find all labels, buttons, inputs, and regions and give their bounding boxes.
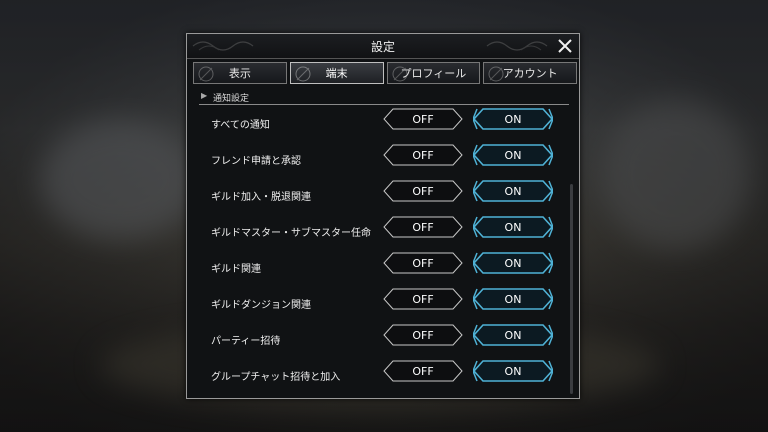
- settings-dialog: 設定 表示 端末 プロフィール アカウント ▶ 通知設定 すべての通知 OFF ON…: [186, 33, 580, 399]
- on-label: ON: [504, 221, 522, 234]
- off-button[interactable]: OFF: [383, 180, 463, 202]
- notification-label: ギルド加入・脱退関連: [211, 192, 311, 203]
- on-button[interactable]: ON: [473, 324, 553, 346]
- off-button[interactable]: OFF: [383, 324, 463, 346]
- tab-bar: 表示 端末 プロフィール アカウント: [193, 62, 577, 86]
- on-button[interactable]: ON: [473, 180, 553, 202]
- tab-ornament-icon: [488, 66, 504, 82]
- off-button[interactable]: OFF: [383, 252, 463, 274]
- off-button[interactable]: OFF: [383, 360, 463, 382]
- notification-label: グループチャット招待と加入: [211, 372, 341, 383]
- triangle-right-icon: ▶: [201, 91, 208, 100]
- on-button[interactable]: ON: [473, 216, 553, 238]
- notification-row: ギルドマスター・サブマスター任命 OFF ON: [187, 214, 579, 250]
- off-label: OFF: [412, 185, 434, 198]
- notification-label: パーティー招待: [211, 336, 281, 347]
- notification-label: ギルドダンジョン関連: [211, 300, 311, 311]
- off-button[interactable]: OFF: [383, 288, 463, 310]
- tab-label: 端末: [325, 67, 348, 80]
- notification-row: フレンド申請と承認 OFF ON: [187, 142, 579, 178]
- background-shape: [40, 120, 200, 240]
- on-button[interactable]: ON: [473, 288, 553, 310]
- notification-row: パーティー招待 OFF ON: [187, 322, 579, 358]
- off-button[interactable]: OFF: [383, 108, 463, 130]
- notification-row: ギルド加入・脱退関連 OFF ON: [187, 178, 579, 214]
- off-label: OFF: [412, 149, 434, 162]
- close-button[interactable]: [555, 36, 575, 56]
- notification-row: ギルド関連 OFF ON: [187, 250, 579, 286]
- off-label: OFF: [412, 221, 434, 234]
- scrollbar[interactable]: [570, 184, 573, 394]
- on-button[interactable]: ON: [473, 108, 553, 130]
- tab-label: 表示: [228, 67, 251, 80]
- tab-label: アカウント: [502, 67, 558, 80]
- notification-row: グループチャット招待と加入 OFF ON: [187, 358, 579, 394]
- on-label: ON: [504, 149, 522, 162]
- off-label: OFF: [412, 113, 434, 126]
- on-label: ON: [504, 365, 522, 378]
- notification-label: フレンド申請と承認: [211, 156, 301, 167]
- notification-label: すべての通知: [211, 120, 270, 131]
- off-label: OFF: [412, 293, 434, 306]
- off-button[interactable]: OFF: [383, 144, 463, 166]
- off-button[interactable]: OFF: [383, 216, 463, 238]
- on-button[interactable]: ON: [473, 252, 553, 274]
- section-title: 通知設定: [213, 94, 250, 104]
- tab-profile[interactable]: プロフィール: [386, 62, 481, 84]
- tab-device[interactable]: 端末: [289, 62, 384, 84]
- notification-row: すべての通知 OFF ON: [187, 106, 579, 142]
- on-button[interactable]: ON: [473, 360, 553, 382]
- off-label: OFF: [412, 365, 434, 378]
- tab-ornament-icon: [392, 66, 407, 82]
- title-bar: 設定: [187, 34, 579, 59]
- on-label: ON: [504, 185, 522, 198]
- on-button[interactable]: ON: [473, 144, 553, 166]
- section-header: ▶ 通知設定: [199, 90, 569, 105]
- on-label: ON: [504, 293, 522, 306]
- on-label: ON: [504, 257, 522, 270]
- off-label: OFF: [412, 329, 434, 342]
- close-icon: [558, 39, 572, 53]
- off-label: OFF: [412, 257, 434, 270]
- notification-row: ギルドダンジョン関連 OFF ON: [187, 286, 579, 322]
- notification-label: ギルド関連: [211, 264, 261, 275]
- background-shape: [600, 100, 750, 250]
- notification-label: ギルドマスター・サブマスター任命: [211, 228, 371, 239]
- tab-ornament-icon: [198, 66, 214, 82]
- on-label: ON: [504, 113, 522, 126]
- tab-display[interactable]: 表示: [193, 62, 287, 84]
- on-label: ON: [504, 329, 522, 342]
- tab-account[interactable]: アカウント: [483, 62, 577, 84]
- dialog-title: 設定: [370, 40, 395, 54]
- tab-ornament-icon: [295, 66, 311, 82]
